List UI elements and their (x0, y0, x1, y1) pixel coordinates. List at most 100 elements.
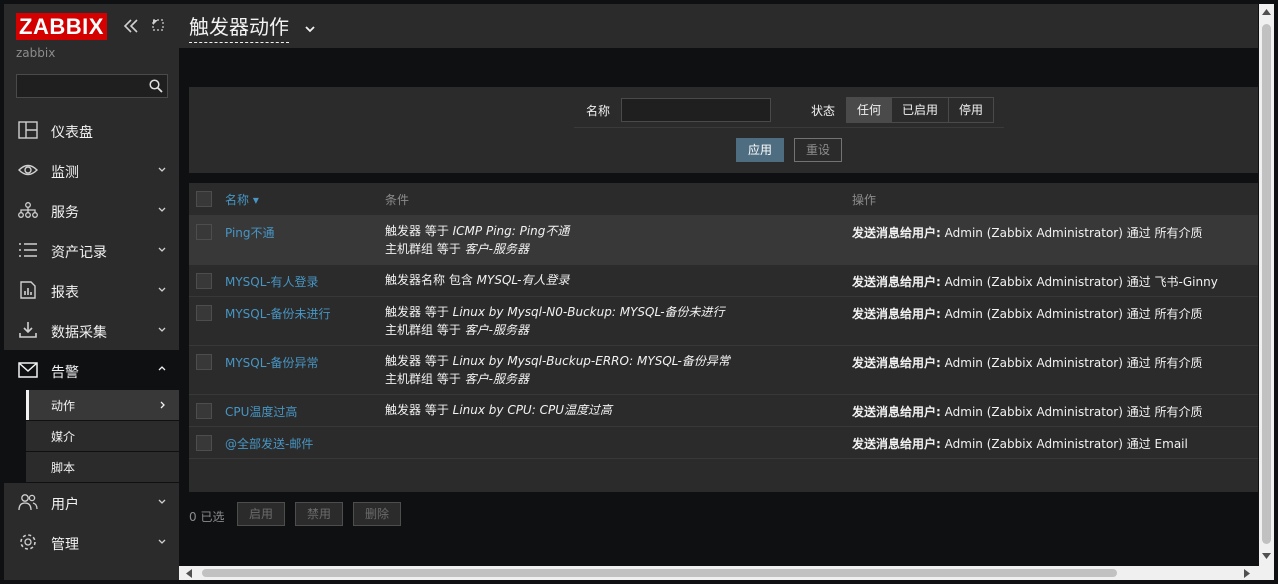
chevron-down-icon[interactable] (304, 24, 316, 34)
actions-table: 名称 ▾ 条件 操作 Ping不通 触发器 等于 ICMP Ping: Ping不… (189, 183, 1258, 492)
scroll-up-icon[interactable] (1262, 8, 1271, 16)
condition-value: ICMP Ping: Ping不通 (452, 224, 570, 238)
dashboard-icon (18, 121, 38, 139)
alerts-submenu: 动作 媒介 脚本 (4, 390, 179, 483)
operation-text: Admin (Zabbix Administrator) 通过 所有介质 (944, 356, 1203, 370)
condition-text: 触发器 等于 (385, 403, 453, 417)
eye-icon (18, 164, 38, 176)
action-name-link[interactable]: Ping不通 (225, 224, 275, 241)
menu-label: 管理 (51, 537, 79, 553)
status-option-disabled[interactable]: 停用 (949, 98, 994, 122)
menu-administration[interactable]: 管理 (4, 522, 179, 562)
chevron-down-icon (158, 327, 166, 332)
chevron-right-icon (160, 401, 165, 409)
action-name-link[interactable]: CPU温度过高 (225, 403, 297, 420)
scroll-left-icon[interactable] (185, 569, 193, 578)
condition-line: 主机群组 等于 客户-服务器 (385, 370, 730, 388)
menu-label: 监测 (51, 165, 79, 181)
list-icon (19, 243, 37, 257)
action-name-link[interactable]: @全部发送-邮件 (225, 435, 313, 452)
apply-button[interactable]: 应用 (736, 138, 784, 162)
condition-line: 主机群组 等于 客户-服务器 (385, 240, 569, 258)
condition-value: 客户-服务器 (464, 323, 529, 337)
name-filter-input[interactable] (621, 98, 771, 122)
column-header-conditions: 条件 (385, 193, 410, 207)
menu-label: 数据采集 (51, 325, 107, 341)
horizontal-scrollbar[interactable] (179, 566, 1274, 580)
menu-users[interactable]: 用户 (4, 482, 179, 522)
users-icon (18, 494, 38, 511)
vertical-scroll-thumb[interactable] (1262, 24, 1271, 544)
row-checkbox[interactable] (196, 354, 212, 370)
row-checkbox[interactable] (196, 273, 212, 289)
zabbix-logo[interactable]: ZABBIX (16, 13, 107, 40)
table-row: MYSQL-备份异常 触发器 等于 Linux by Mysql-Buckup-E… (189, 345, 1258, 395)
condition-value: 客户-服务器 (464, 372, 529, 386)
menu-label: 服务 (51, 205, 79, 221)
status-option-enabled[interactable]: 已启用 (892, 98, 950, 122)
hide-sidebar-icon[interactable] (150, 17, 166, 33)
menu-label: 告警 (51, 365, 79, 381)
page-title[interactable]: 触发器动作 (189, 11, 289, 43)
chevron-down-icon (158, 167, 166, 172)
collapse-sidebar-icon[interactable] (122, 17, 140, 35)
column-header-name[interactable]: 名称 ▾ (225, 191, 259, 208)
status-option-any[interactable]: 任何 (847, 98, 893, 122)
table-row: Ping不通 触发器 等于 ICMP Ping: Ping不通 主机群组 等于 客户… (189, 215, 1258, 265)
operation-text: Admin (Zabbix Administrator) 通过 所有介质 (944, 405, 1203, 419)
menu-label: 用户 (51, 497, 79, 513)
name-filter-label: 名称 (586, 104, 611, 118)
condition-line: 触发器 等于 ICMP Ping: Ping不通 (385, 222, 569, 240)
menu-inventory[interactable]: 资产记录 (4, 230, 179, 270)
menu-services[interactable]: 服务 (4, 190, 179, 230)
operations-cell: 发送消息给用户: Admin (Zabbix Administrator) 通过… (852, 224, 1203, 241)
action-name-link[interactable]: MYSQL-有人登录 (225, 273, 319, 290)
menu-dashboard[interactable]: 仪表盘 (4, 110, 179, 150)
search-icon[interactable] (149, 79, 163, 93)
status-filter: 任何 已启用 停用 (846, 97, 995, 123)
conditions-cell: 触发器 等于 Linux by Mysql-Buckup-ERRO: MYSQL… (385, 352, 730, 388)
condition-value: Linux by Mysql-Buckup-ERRO: MYSQL-备份异常 (452, 354, 730, 368)
row-checkbox[interactable] (196, 403, 212, 419)
menu-reports[interactable]: 报表 (4, 270, 179, 310)
submenu-scripts[interactable]: 脚本 (26, 452, 179, 482)
condition-text: 主机群组 等于 (385, 372, 465, 386)
scroll-right-icon[interactable] (1243, 569, 1251, 578)
sidebar: ZABBIX zabbix 仪表盘 监测 服务 资产记录 报表 数据采集 告警 … (4, 4, 179, 580)
menu-monitoring[interactable]: 监测 (4, 150, 179, 190)
row-checkbox[interactable] (196, 435, 212, 451)
conditions-cell: 触发器 等于 Linux by CPU: CPU温度过高 (385, 401, 612, 419)
server-name: zabbix (16, 46, 56, 60)
operation-prefix: 发送消息给用户: (852, 356, 941, 370)
condition-line: 触发器 等于 Linux by CPU: CPU温度过高 (385, 401, 612, 419)
condition-line: 主机群组 等于 客户-服务器 (385, 321, 725, 339)
gear-icon (20, 534, 36, 550)
select-all-checkbox[interactable] (196, 191, 212, 207)
operations-cell: 发送消息给用户: Admin (Zabbix Administrator) 通过… (852, 354, 1203, 371)
chevron-down-icon (158, 499, 166, 504)
search-input[interactable] (16, 74, 168, 98)
enable-button[interactable]: 启用 (237, 502, 285, 526)
scroll-down-icon[interactable] (1262, 552, 1271, 560)
conditions-cell: 触发器名称 包含 MYSQL-有人登录 (385, 271, 569, 289)
conditions-cell: 触发器 等于 ICMP Ping: Ping不通 主机群组 等于 客户-服务器 (385, 222, 569, 258)
submenu-media[interactable]: 媒介 (26, 421, 179, 451)
submenu-actions[interactable]: 动作 (26, 390, 179, 420)
menu-data-collection[interactable]: 数据采集 (4, 310, 179, 350)
condition-value: 客户-服务器 (464, 242, 529, 256)
vertical-scrollbar[interactable] (1259, 4, 1274, 566)
app-frame: ZABBIX zabbix 仪表盘 监测 服务 资产记录 报表 数据采集 告警 … (0, 0, 1278, 584)
disable-button[interactable]: 禁用 (295, 502, 343, 526)
reset-button[interactable]: 重设 (794, 138, 842, 162)
horizontal-scroll-thumb[interactable] (202, 569, 1117, 577)
action-name-link[interactable]: MYSQL-备份异常 (225, 354, 319, 371)
delete-button[interactable]: 删除 (353, 502, 401, 526)
table-row: MYSQL-有人登录 触发器名称 包含 MYSQL-有人登录 发送消息给用户: Ad… (189, 264, 1258, 297)
row-checkbox[interactable] (196, 305, 212, 321)
menu-alerts[interactable]: 告警 (4, 350, 179, 390)
action-name-link[interactable]: MYSQL-备份未进行 (225, 305, 331, 322)
filter-panel: 名称 状态 任何 已启用 停用 应用 重设 (189, 87, 1258, 173)
sidebar-controls (122, 17, 167, 37)
submenu-label: 脚本 (51, 461, 76, 475)
row-checkbox[interactable] (196, 224, 212, 240)
